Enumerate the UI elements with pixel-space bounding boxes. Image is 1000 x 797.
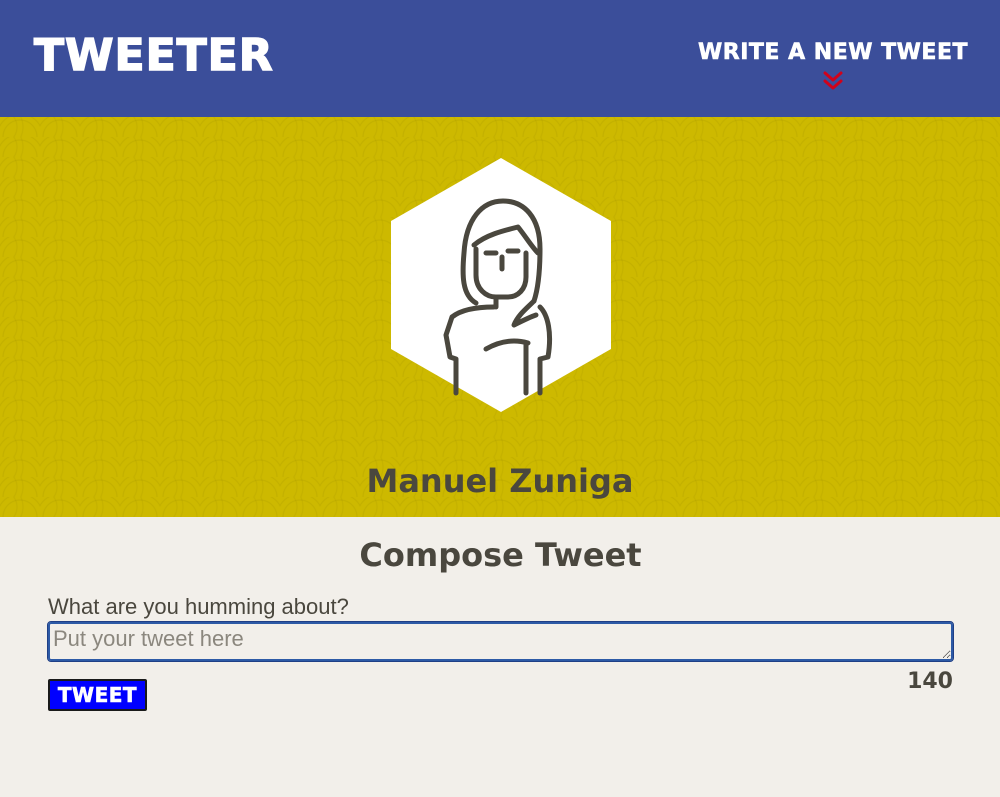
woman-avatar-icon xyxy=(391,158,611,412)
tweet-input-label: What are you humming about? xyxy=(48,594,349,619)
write-new-tweet-label: Write a new tweet xyxy=(698,40,968,66)
user-name: Manuel Zuniga xyxy=(366,462,634,500)
tweet-button[interactable]: Tweet xyxy=(48,679,147,711)
avatar xyxy=(390,157,612,413)
compose-title: Compose Tweet xyxy=(359,536,642,574)
double-chevron-down-icon xyxy=(823,71,843,90)
brand-logo[interactable]: Tweeter xyxy=(33,29,274,82)
tweet-input[interactable] xyxy=(47,621,954,662)
char-counter: 140 xyxy=(907,669,953,694)
profile-header: Manuel Zuniga xyxy=(0,117,1000,517)
write-new-tweet-link[interactable]: Write a new tweet xyxy=(698,40,968,91)
top-nav: Tweeter Write a new tweet xyxy=(0,0,1000,117)
